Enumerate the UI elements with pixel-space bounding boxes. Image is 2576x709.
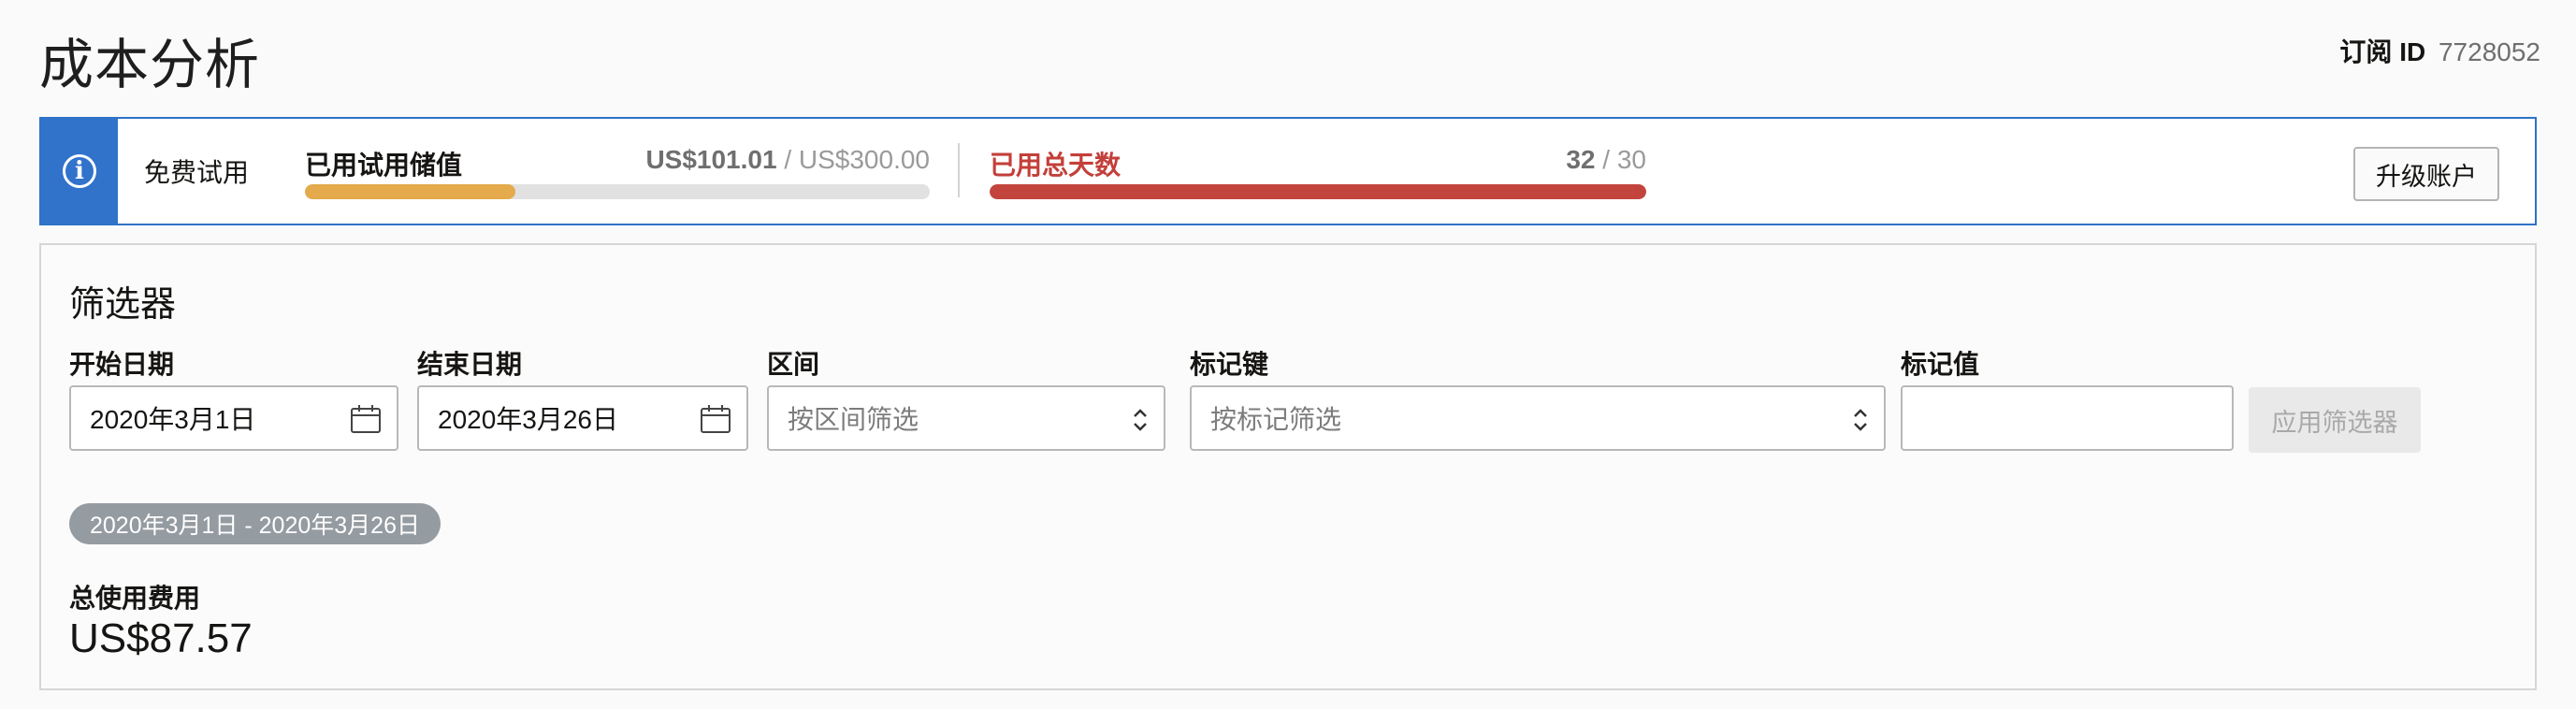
- filters-title: 筛选器: [69, 285, 177, 325]
- trial-credits-total: US$300.00: [798, 145, 930, 174]
- end-date-value: 2020年3月26日: [438, 405, 619, 434]
- info-icon-cell: i: [41, 119, 118, 224]
- start-date-label: 开始日期: [69, 350, 175, 379]
- trial-days-title: 已用总天数: [990, 151, 1122, 180]
- filters-panel: 筛选器 开始日期 2020年3月1日 结束日期 2020年3月26日 区间 按区…: [39, 243, 2537, 690]
- tag-key-label: 标记键: [1190, 350, 1269, 379]
- region-label: 区间: [767, 350, 820, 379]
- trial-credits-value: US$101.01 / US$300.00: [645, 145, 930, 175]
- tag-key-placeholder: 按标记筛选: [1210, 405, 1342, 434]
- start-date-value: 2020年3月1日: [90, 405, 256, 434]
- trial-days-value: 32 / 30: [1566, 145, 1646, 175]
- date-range-badge: 2020年3月1日 - 2020年3月26日: [69, 503, 441, 544]
- meter-divider: [958, 143, 960, 197]
- subscription-id-value: 7728052: [2438, 37, 2540, 66]
- upgrade-account-button[interactable]: 升级账户: [2353, 147, 2499, 201]
- info-icon: i: [63, 154, 96, 188]
- total-usage-cost-value: US$87.57: [69, 615, 253, 661]
- tag-value-input[interactable]: [1901, 385, 2234, 451]
- calendar-icon[interactable]: [350, 404, 382, 434]
- trial-days-meter: 已用总天数 32 / 30: [990, 145, 1646, 201]
- calendar-icon[interactable]: [700, 404, 731, 434]
- trial-credits-meter: 已用试用储值 US$101.01 / US$300.00: [305, 145, 930, 201]
- subscription-id: 订阅 ID 7728052: [2339, 32, 2540, 69]
- region-select[interactable]: 按区间筛选: [767, 385, 1165, 451]
- trial-days-used: 32: [1566, 145, 1596, 174]
- trial-days-track: [990, 184, 1646, 199]
- select-chevron-icon: [1854, 409, 1867, 431]
- tag-key-select[interactable]: 按标记筛选: [1190, 385, 1886, 451]
- trial-credits-separator: /: [776, 145, 799, 174]
- free-trial-banner: i 免费试用 已用试用储值 US$101.01 / US$300.00 已用总天…: [39, 117, 2537, 225]
- trial-credits-fill: [305, 184, 516, 199]
- trial-credits-track: [305, 184, 930, 199]
- trial-days-total: 30: [1616, 145, 1646, 174]
- trial-credits-used: US$101.01: [645, 145, 777, 174]
- total-usage-cost-label: 总使用费用: [69, 584, 201, 613]
- tag-value-label: 标记值: [1901, 350, 1980, 379]
- subscription-id-label: 订阅 ID: [2339, 37, 2426, 66]
- end-date-label: 结束日期: [417, 350, 523, 379]
- trial-days-fill: [990, 184, 1646, 199]
- trial-credits-title: 已用试用储值: [305, 151, 463, 180]
- start-date-field[interactable]: 2020年3月1日: [69, 385, 398, 451]
- page-title: 成本分析: [39, 35, 261, 95]
- region-placeholder: 按区间筛选: [788, 405, 919, 434]
- select-chevron-icon: [1134, 409, 1147, 431]
- trial-status-label: 免费试用: [144, 158, 250, 187]
- end-date-field[interactable]: 2020年3月26日: [417, 385, 748, 451]
- trial-days-separator: /: [1595, 145, 1617, 174]
- apply-filters-button[interactable]: 应用筛选器: [2249, 387, 2421, 453]
